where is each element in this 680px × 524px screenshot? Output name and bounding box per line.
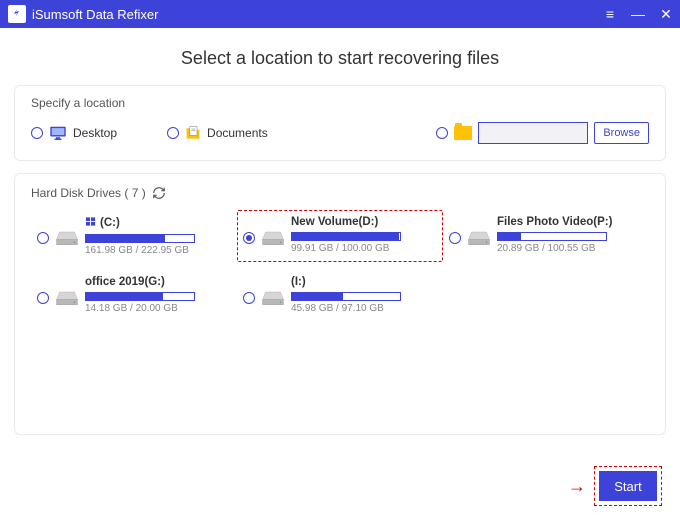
drive-usage-bar: [291, 232, 401, 241]
titlebar: iSumsoft Data Refixer ≡ — ✕: [0, 0, 680, 28]
documents-icon: [185, 125, 201, 141]
arrow-annotation-icon: →: [568, 476, 586, 497]
radio-drive[interactable]: [37, 232, 49, 244]
drive-name: office 2019(G:): [85, 276, 231, 288]
refresh-icon[interactable]: [152, 186, 166, 200]
radio-drive[interactable]: [243, 232, 255, 244]
close-icon[interactable]: ✕: [658, 6, 674, 23]
location-documents[interactable]: Documents: [167, 125, 268, 141]
hard-disk-icon: [261, 276, 285, 311]
drive-item[interactable]: office 2019(G:) 14.18 GB / 20.00 GB: [31, 270, 237, 320]
path-input[interactable]: [478, 122, 588, 144]
folder-icon: [454, 126, 472, 140]
footer: → Start: [568, 466, 662, 506]
radio-drive[interactable]: [243, 292, 255, 304]
start-button[interactable]: Start: [599, 471, 657, 501]
drive-item[interactable]: New Volume(D:) 99.91 GB / 100.00 GB: [237, 210, 443, 262]
drive-usage-bar: [497, 232, 607, 241]
minimize-icon[interactable]: —: [630, 6, 646, 22]
drive-item[interactable]: (C:) 161.98 GB / 222.95 GB: [31, 210, 237, 262]
radio-drive[interactable]: [449, 232, 461, 244]
drive-size: 45.98 GB / 97.10 GB: [291, 303, 437, 314]
drive-name: (C:): [85, 216, 231, 230]
hard-disk-icon: [261, 216, 285, 251]
drive-name: Files Photo Video(P:): [497, 216, 643, 228]
desktop-icon: [49, 126, 67, 140]
drives-title: Hard Disk Drives ( 7 ): [31, 186, 146, 200]
drive-item[interactable]: Files Photo Video(P:) 20.89 GB / 100.55 G…: [443, 210, 649, 262]
drives-panel: Hard Disk Drives ( 7 ) (C:) 161.98 GB / 2…: [14, 173, 666, 435]
radio-documents[interactable]: [167, 127, 179, 139]
app-logo-icon: [8, 5, 26, 23]
desktop-label: Desktop: [73, 126, 117, 140]
panel-title: Specify a location: [31, 96, 649, 110]
drive-size: 20.89 GB / 100.55 GB: [497, 243, 643, 254]
drive-usage-bar: [85, 292, 195, 301]
page-title: Select a location to start recovering fi…: [14, 48, 666, 69]
window-controls: ≡ — ✕: [602, 0, 674, 28]
radio-desktop[interactable]: [31, 127, 43, 139]
specify-location-panel: Specify a location Desktop Documents Bro…: [14, 85, 666, 161]
start-highlight: Start: [594, 466, 662, 506]
radio-custom[interactable]: [436, 127, 448, 139]
drive-size: 14.18 GB / 20.00 GB: [85, 303, 231, 314]
windows-icon: [85, 216, 96, 230]
drives-grid: (C:) 161.98 GB / 222.95 GB New Volume(D:) 9…: [31, 210, 649, 320]
drive-usage-bar: [291, 292, 401, 301]
drive-name: New Volume(D:): [291, 216, 437, 228]
browse-button[interactable]: Browse: [594, 122, 649, 144]
drive-item[interactable]: (I:) 45.98 GB / 97.10 GB: [237, 270, 443, 320]
hard-disk-icon: [55, 216, 79, 251]
documents-label: Documents: [207, 126, 268, 140]
drive-name: (I:): [291, 276, 437, 288]
app-title: iSumsoft Data Refixer: [32, 7, 158, 22]
drive-size: 99.91 GB / 100.00 GB: [291, 243, 437, 254]
drive-size: 161.98 GB / 222.95 GB: [85, 245, 231, 256]
hard-disk-icon: [467, 216, 491, 251]
radio-drive[interactable]: [37, 292, 49, 304]
hard-disk-icon: [55, 276, 79, 311]
drive-usage-bar: [85, 234, 195, 243]
menu-icon[interactable]: ≡: [602, 6, 618, 22]
location-desktop[interactable]: Desktop: [31, 126, 117, 140]
location-custom[interactable]: Browse: [436, 122, 649, 144]
